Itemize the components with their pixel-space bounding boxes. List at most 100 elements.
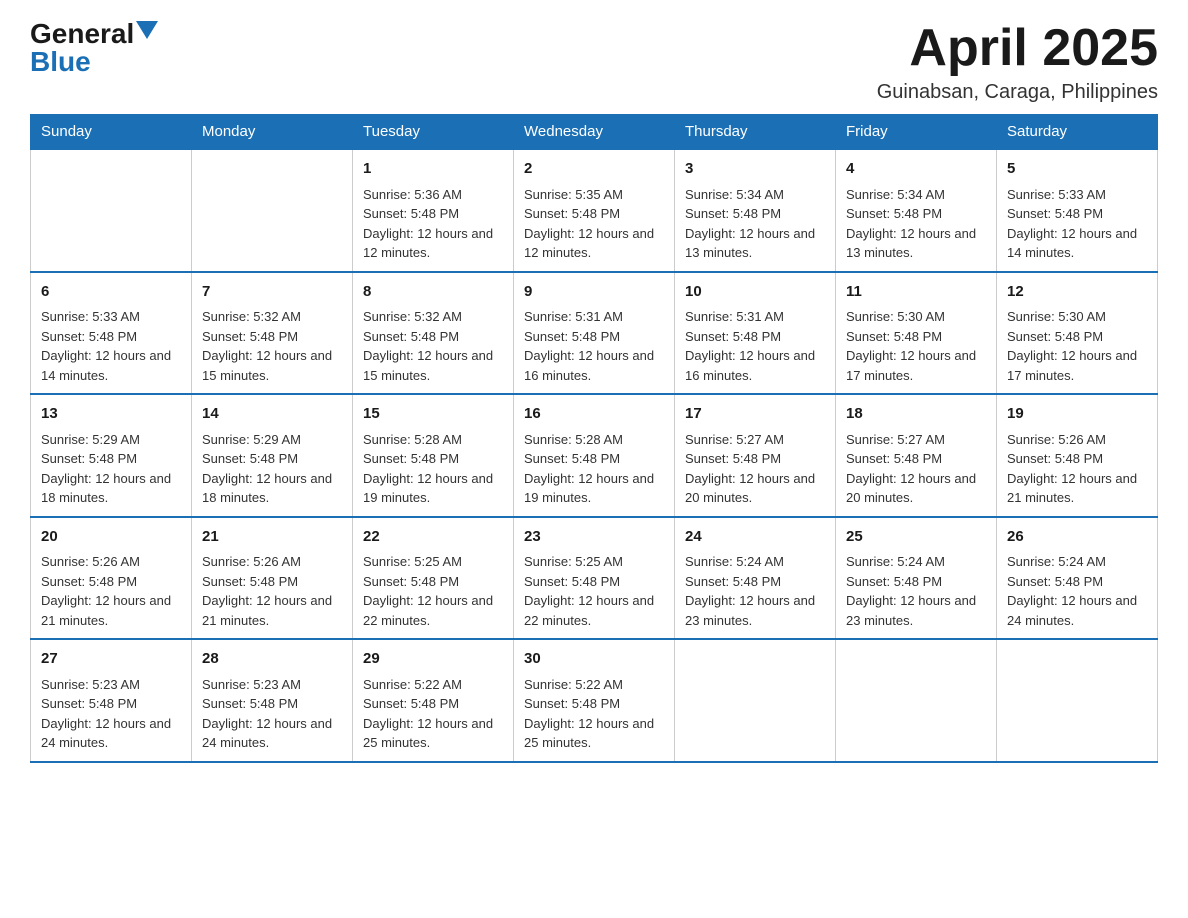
week-row-5: 27 Sunrise: 5:23 AMSunset: 5:48 PMDayligh…	[31, 639, 1158, 762]
header-row: Sunday Monday Tuesday Wednesday Thursday…	[31, 115, 1158, 150]
day-number: 11	[846, 281, 986, 304]
day-detail: Sunrise: 5:24 AMSunset: 5:48 PMDaylight:…	[1007, 552, 1147, 630]
day-number: 26	[1007, 526, 1147, 549]
logo-blue-text: Blue	[30, 48, 91, 76]
calendar-cell: 24 Sunrise: 5:24 AMSunset: 5:48 PMDayligh…	[675, 517, 836, 640]
calendar-cell: 20 Sunrise: 5:26 AMSunset: 5:48 PMDayligh…	[31, 517, 192, 640]
calendar-cell: 4Sunrise: 5:34 AMSunset: 5:48 PMDaylight…	[836, 149, 997, 272]
week-row-4: 20 Sunrise: 5:26 AMSunset: 5:48 PMDayligh…	[31, 517, 1158, 640]
day-detail: Sunrise: 5:23 AMSunset: 5:48 PMDaylight:…	[41, 675, 181, 753]
calendar-cell: 27 Sunrise: 5:23 AMSunset: 5:48 PMDayligh…	[31, 639, 192, 762]
calendar-cell: 9 Sunrise: 5:31 AMSunset: 5:48 PMDaylight…	[514, 272, 675, 395]
calendar-cell: 3 Sunrise: 5:34 AMSunset: 5:48 PMDaylight…	[675, 149, 836, 272]
location-subtitle: Guinabsan, Caraga, Philippines	[877, 81, 1158, 104]
day-detail: Sunrise: 5:26 AMSunset: 5:48 PMDaylight:…	[202, 552, 342, 630]
calendar-cell: 22 Sunrise: 5:25 AMSunset: 5:48 PMDayligh…	[353, 517, 514, 640]
day-detail: Sunrise: 5:25 AMSunset: 5:48 PMDaylight:…	[363, 552, 503, 630]
day-number: 7	[202, 281, 342, 304]
calendar-cell: 18Sunrise: 5:27 AMSunset: 5:48 PMDayligh…	[836, 394, 997, 517]
day-detail: Sunrise: 5:27 AMSunset: 5:48 PMDaylight:…	[685, 430, 825, 508]
day-detail: Sunrise: 5:34 AMSunset: 5:48 PMDaylight:…	[685, 185, 825, 263]
day-detail: Sunrise: 5:28 AMSunset: 5:48 PMDaylight:…	[524, 430, 664, 508]
calendar-cell: 16 Sunrise: 5:28 AMSunset: 5:48 PMDayligh…	[514, 394, 675, 517]
calendar-cell: 11 Sunrise: 5:30 AMSunset: 5:48 PMDayligh…	[836, 272, 997, 395]
calendar-cell: 28Sunrise: 5:23 AMSunset: 5:48 PMDayligh…	[192, 639, 353, 762]
day-number: 9	[524, 281, 664, 304]
col-sunday: Sunday	[31, 115, 192, 150]
calendar-cell: 12 Sunrise: 5:30 AMSunset: 5:48 PMDayligh…	[997, 272, 1158, 395]
calendar-cell: 21 Sunrise: 5:26 AMSunset: 5:48 PMDayligh…	[192, 517, 353, 640]
day-number: 27	[41, 648, 181, 671]
calendar-cell	[192, 149, 353, 272]
day-number: 1	[363, 158, 503, 181]
day-number: 8	[363, 281, 503, 304]
calendar-cell: 10 Sunrise: 5:31 AMSunset: 5:48 PMDayligh…	[675, 272, 836, 395]
day-detail: Sunrise: 5:30 AMSunset: 5:48 PMDaylight:…	[1007, 307, 1147, 385]
week-row-3: 13 Sunrise: 5:29 AMSunset: 5:48 PMDayligh…	[31, 394, 1158, 517]
calendar-cell: 15 Sunrise: 5:28 AMSunset: 5:48 PMDayligh…	[353, 394, 514, 517]
calendar-cell: 23Sunrise: 5:25 AMSunset: 5:48 PMDayligh…	[514, 517, 675, 640]
calendar-cell: 26 Sunrise: 5:24 AMSunset: 5:48 PMDayligh…	[997, 517, 1158, 640]
day-detail: Sunrise: 5:25 AMSunset: 5:48 PMDaylight:…	[524, 552, 664, 630]
calendar-cell: 25 Sunrise: 5:24 AMSunset: 5:48 PMDayligh…	[836, 517, 997, 640]
day-detail: Sunrise: 5:26 AMSunset: 5:48 PMDaylight:…	[1007, 430, 1147, 508]
day-detail: Sunrise: 5:22 AMSunset: 5:48 PMDaylight:…	[363, 675, 503, 753]
day-number: 14	[202, 403, 342, 426]
day-detail: Sunrise: 5:24 AMSunset: 5:48 PMDaylight:…	[846, 552, 986, 630]
day-number: 30	[524, 648, 664, 671]
day-detail: Sunrise: 5:32 AMSunset: 5:48 PMDaylight:…	[363, 307, 503, 385]
day-detail: Sunrise: 5:30 AMSunset: 5:48 PMDaylight:…	[846, 307, 986, 385]
day-number: 29	[363, 648, 503, 671]
day-detail: Sunrise: 5:31 AMSunset: 5:48 PMDaylight:…	[524, 307, 664, 385]
calendar-cell: 6Sunrise: 5:33 AMSunset: 5:48 PMDaylight…	[31, 272, 192, 395]
day-number: 16	[524, 403, 664, 426]
logo-general-text: General	[30, 20, 134, 48]
calendar-cell: 13Sunrise: 5:29 AMSunset: 5:48 PMDayligh…	[31, 394, 192, 517]
calendar-cell	[675, 639, 836, 762]
day-detail: Sunrise: 5:26 AMSunset: 5:48 PMDaylight:…	[41, 552, 181, 630]
day-number: 21	[202, 526, 342, 549]
day-detail: Sunrise: 5:36 AMSunset: 5:48 PMDaylight:…	[363, 185, 503, 263]
day-number: 22	[363, 526, 503, 549]
day-number: 25	[846, 526, 986, 549]
day-detail: Sunrise: 5:27 AMSunset: 5:48 PMDaylight:…	[846, 430, 986, 508]
day-number: 3	[685, 158, 825, 181]
calendar-cell: 29 Sunrise: 5:22 AMSunset: 5:48 PMDayligh…	[353, 639, 514, 762]
col-tuesday: Tuesday	[353, 115, 514, 150]
day-detail: Sunrise: 5:32 AMSunset: 5:48 PMDaylight:…	[202, 307, 342, 385]
day-number: 28	[202, 648, 342, 671]
day-number: 13	[41, 403, 181, 426]
calendar-table: Sunday Monday Tuesday Wednesday Thursday…	[30, 114, 1158, 763]
day-detail: Sunrise: 5:24 AMSunset: 5:48 PMDaylight:…	[685, 552, 825, 630]
day-detail: Sunrise: 5:28 AMSunset: 5:48 PMDaylight:…	[363, 430, 503, 508]
day-number: 17	[685, 403, 825, 426]
title-area: April 2025 Guinabsan, Caraga, Philippine…	[877, 20, 1158, 104]
logo: General Blue	[30, 20, 158, 76]
day-number: 15	[363, 403, 503, 426]
calendar-cell: 30 Sunrise: 5:22 AMSunset: 5:48 PMDayligh…	[514, 639, 675, 762]
day-detail: Sunrise: 5:29 AMSunset: 5:48 PMDaylight:…	[202, 430, 342, 508]
day-number: 12	[1007, 281, 1147, 304]
day-number: 20	[41, 526, 181, 549]
day-detail: Sunrise: 5:22 AMSunset: 5:48 PMDaylight:…	[524, 675, 664, 753]
col-thursday: Thursday	[675, 115, 836, 150]
col-wednesday: Wednesday	[514, 115, 675, 150]
day-number: 19	[1007, 403, 1147, 426]
day-number: 24	[685, 526, 825, 549]
week-row-2: 6Sunrise: 5:33 AMSunset: 5:48 PMDaylight…	[31, 272, 1158, 395]
calendar-cell: 17 Sunrise: 5:27 AMSunset: 5:48 PMDayligh…	[675, 394, 836, 517]
month-title: April 2025	[877, 20, 1158, 77]
col-friday: Friday	[836, 115, 997, 150]
calendar-cell	[997, 639, 1158, 762]
day-number: 10	[685, 281, 825, 304]
calendar-cell: 8 Sunrise: 5:32 AMSunset: 5:48 PMDaylight…	[353, 272, 514, 395]
day-number: 2	[524, 158, 664, 181]
day-detail: Sunrise: 5:31 AMSunset: 5:48 PMDaylight:…	[685, 307, 825, 385]
day-detail: Sunrise: 5:34 AMSunset: 5:48 PMDaylight:…	[846, 185, 986, 263]
calendar-cell: 5Sunrise: 5:33 AMSunset: 5:48 PMDaylight…	[997, 149, 1158, 272]
calendar-cell: 1 Sunrise: 5:36 AMSunset: 5:48 PMDaylight…	[353, 149, 514, 272]
calendar-cell: 7 Sunrise: 5:32 AMSunset: 5:48 PMDaylight…	[192, 272, 353, 395]
calendar-cell: 2Sunrise: 5:35 AMSunset: 5:48 PMDaylight…	[514, 149, 675, 272]
calendar-cell: 19 Sunrise: 5:26 AMSunset: 5:48 PMDayligh…	[997, 394, 1158, 517]
header: General Blue April 2025 Guinabsan, Carag…	[30, 20, 1158, 104]
